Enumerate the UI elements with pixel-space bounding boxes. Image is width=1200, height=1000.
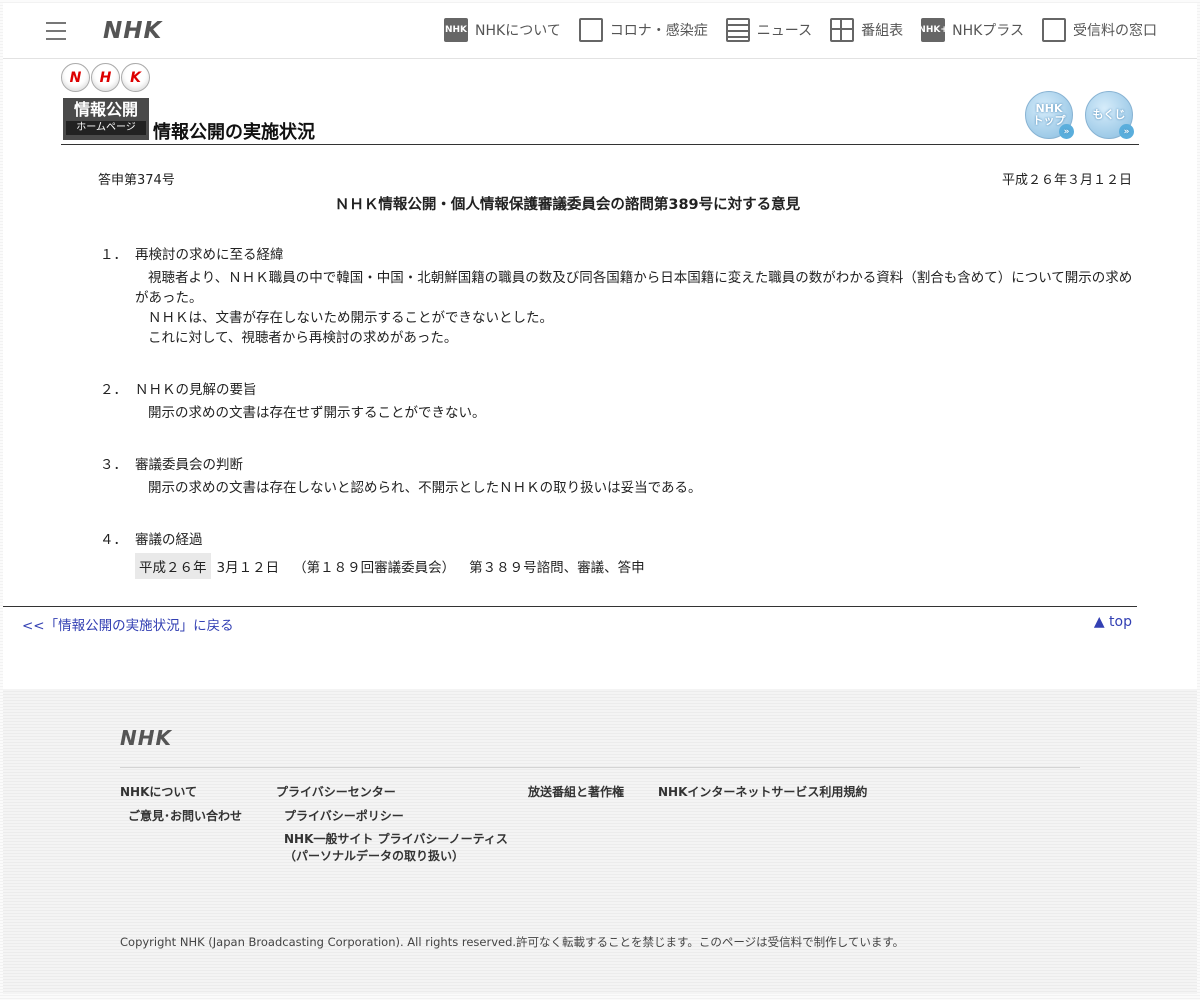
footer-link-privacy-notice[interactable]: NHK一般サイト プライバシーノーティス （パーソナルデータの取り扱い） — [276, 831, 508, 865]
global-nav: NHK NHKについて コロナ・感染症 ニュース 番組表 NHK+ NHKプラス — [426, 18, 1157, 42]
paragraph: 開示の求めの文書は存在せず開示することができない。 — [148, 405, 486, 421]
footer-col-about: NHKについて ご意見･お問い合わせ — [120, 783, 242, 825]
schedule-meeting: （第１８９回審議委員会） — [293, 560, 456, 576]
section-title: 審議委員会の判断 — [135, 457, 243, 473]
menu-icon[interactable] — [46, 22, 66, 40]
section-body: 開示の求めの文書は存在しないと認められ、不開示としたＮＨＫの取り扱いは妥当である… — [100, 478, 1140, 498]
section-background: １． 再検討の求めに至る経緯 視聴者より、ＮＨＫ職員の中で韓国・中国・北朝鮮国籍… — [100, 243, 1140, 348]
schedule-date: 3月１２日 — [216, 560, 280, 576]
schedule-action: 第３８９号諮問、審議、答申 — [469, 560, 645, 576]
logo-ball-k: K — [121, 63, 150, 92]
logo-ball-n: N — [61, 63, 90, 92]
section-heading: ３． 審議委員会の判断 — [100, 453, 1140, 473]
brand-header: N H K 情報公開 ホームページ 情報公開の実施状況 NHK トップ » もくじ… — [61, 63, 1139, 145]
footer-link-privacy-center[interactable]: プライバシーセンター — [276, 783, 508, 800]
copyright-text: Copyright NHK (Japan Broadcasting Corpor… — [120, 935, 905, 949]
main-content: N H K 情報公開 ホームページ 情報公開の実施状況 NHK トップ » もくじ… — [3, 59, 1197, 689]
footer-link-internet-terms[interactable]: NHKインターネットサービス利用規約 — [658, 783, 867, 800]
nhk-square-icon: NHK — [444, 18, 469, 42]
back-to-list-link[interactable]: <<「情報公開の実施状況」に戻る — [22, 614, 234, 634]
section-nhk-view: ２． ＮＨＫの見解の要旨 開示の求めの文書は存在せず開示することができない。 — [100, 378, 1140, 423]
footer-col-copyright: 放送番組と著作権 — [528, 783, 624, 800]
nav-corona[interactable]: コロナ・感染症 — [578, 18, 708, 42]
page: NHK NHK NHKについて コロナ・感染症 ニュース 番組表 NHK+ NH… — [3, 3, 1197, 997]
section-heading: ４． 審議の経過 — [100, 528, 1140, 548]
tv-icon — [1042, 18, 1066, 42]
nav-label: 受信料の窓口 — [1073, 23, 1157, 39]
nav-label: NHKプラス — [952, 23, 1024, 39]
footer-link-privacy-policy[interactable]: プライバシーポリシー — [276, 808, 508, 825]
global-header: NHK NHK NHKについて コロナ・感染症 ニュース 番組表 NHK+ NH… — [3, 3, 1197, 59]
section-title: ＮＨＫの見解の要旨 — [135, 382, 257, 398]
section-heading: １． 再検討の求めに至る経緯 — [100, 243, 1140, 263]
section-number: ２． — [100, 382, 127, 398]
nav-label: 番組表 — [861, 23, 904, 39]
nhk-plus-icon: NHK+ — [918, 18, 948, 42]
logo-ball-h: H — [91, 63, 120, 92]
section-number: ３． — [100, 457, 127, 473]
info-disclosure-badge[interactable]: 情報公開 ホームページ — [63, 98, 149, 140]
footer-link-programs-copyright[interactable]: 放送番組と著作権 — [528, 783, 624, 800]
section-deliberation-history: ４． 審議の経過 平成２６年 3月１２日 （第１８９回審議委員会） 第３８９号諮… — [100, 528, 1140, 579]
nhk-top-button[interactable]: NHK トップ » — [1025, 91, 1074, 139]
paragraph: 視聴者より、ＮＨＫ職員の中で韓国・中国・北朝鮮国籍の職員の数及び同各国籍から日本… — [135, 270, 1133, 306]
section-body: 開示の求めの文書は存在せず開示することができない。 — [100, 403, 1140, 423]
section-title: 審議の経過 — [135, 532, 203, 548]
nav-about-nhk[interactable]: NHK NHKについて — [444, 18, 561, 42]
index-button[interactable]: もくじ » — [1085, 91, 1134, 139]
nav-label: ニュース — [756, 23, 813, 39]
nav-program-guide[interactable]: 番組表 — [830, 18, 903, 42]
privacy-notice-line2: （パーソナルデータの取り扱い） — [284, 849, 465, 863]
section-number: ４． — [100, 532, 127, 548]
nav-label: NHKについて — [475, 23, 561, 39]
newspaper-icon — [725, 18, 750, 42]
footer-col-terms: NHKインターネットサービス利用規約 — [658, 783, 867, 800]
report-title: ＮＨＫ情報公開・個人情報保護審議委員会の諮問第389号に対する意見 — [334, 197, 801, 213]
index-label: もくじ — [1092, 108, 1126, 121]
nav-reception-fee[interactable]: 受信料の窓口 — [1042, 18, 1157, 42]
paragraph: 開示の求めの文書は存在しないと認められ、不開示としたＮＨＫの取り扱いは妥当である… — [148, 480, 702, 496]
paragraph: ＮＨＫは、文書が存在しないため開示することができないとした。 — [148, 310, 553, 326]
nhk-top-label: NHK トップ — [1032, 102, 1066, 127]
badge-subtitle: ホームページ — [66, 121, 146, 135]
report-number: 答申第374号 — [98, 173, 175, 188]
page-title: 情報公開の実施状況 — [153, 122, 315, 143]
back-to-top-link[interactable]: ▲ top — [1094, 614, 1132, 630]
chevron-right-icon: » — [1059, 124, 1074, 139]
footer-link-about[interactable]: NHKについて — [120, 783, 242, 800]
nav-news[interactable]: ニュース — [725, 18, 813, 42]
badge-title: 情報公開 — [73, 100, 138, 119]
section-title: 再検討の求めに至る経緯 — [135, 247, 284, 263]
nhk-ball-logo[interactable]: N H K — [61, 63, 151, 92]
nhk-logo[interactable]: NHK — [103, 18, 162, 44]
deliberation-table-row: 平成２６年 3月１２日 （第１８９回審議委員会） 第３８９号諮問、審議、答申 — [100, 553, 1140, 579]
section-heading: ２． ＮＨＫの見解の要旨 — [100, 378, 1140, 398]
site-footer: NHK NHKについて ご意見･お問い合わせ プライバシーセンター プライバシー… — [3, 689, 1197, 994]
paragraph: これに対して、視聴者から再検討の求めがあった。 — [148, 330, 458, 346]
footer-divider — [120, 767, 1080, 768]
section-body: 視聴者より、ＮＨＫ職員の中で韓国・中国・北朝鮮国籍の職員の数及び同各国籍から日本… — [100, 268, 1140, 348]
nav-label: コロナ・感染症 — [609, 23, 708, 39]
section-number: １． — [100, 247, 127, 263]
footer-nhk-logo[interactable]: NHK — [120, 726, 172, 750]
section-committee-judgment: ３． 審議委員会の判断 開示の求めの文書は存在しないと認められ、不開示としたＮＨ… — [100, 453, 1140, 498]
grid-icon — [830, 18, 855, 42]
chevron-right-icon: » — [1119, 124, 1134, 139]
footer-col-privacy: プライバシーセンター プライバシーポリシー NHK一般サイト プライバシーノーテ… — [276, 783, 508, 865]
document-person-icon — [578, 18, 603, 42]
schedule-era: 平成２６年 — [135, 553, 211, 579]
report-date: 平成２６年３月１２日 — [1001, 173, 1132, 188]
nav-nhk-plus[interactable]: NHK+ NHKプラス — [918, 18, 1024, 42]
content-divider — [3, 606, 1137, 607]
privacy-notice-line1: NHK一般サイト プライバシーノーティス — [284, 832, 508, 846]
footer-link-contact[interactable]: ご意見･お問い合わせ — [120, 808, 242, 825]
